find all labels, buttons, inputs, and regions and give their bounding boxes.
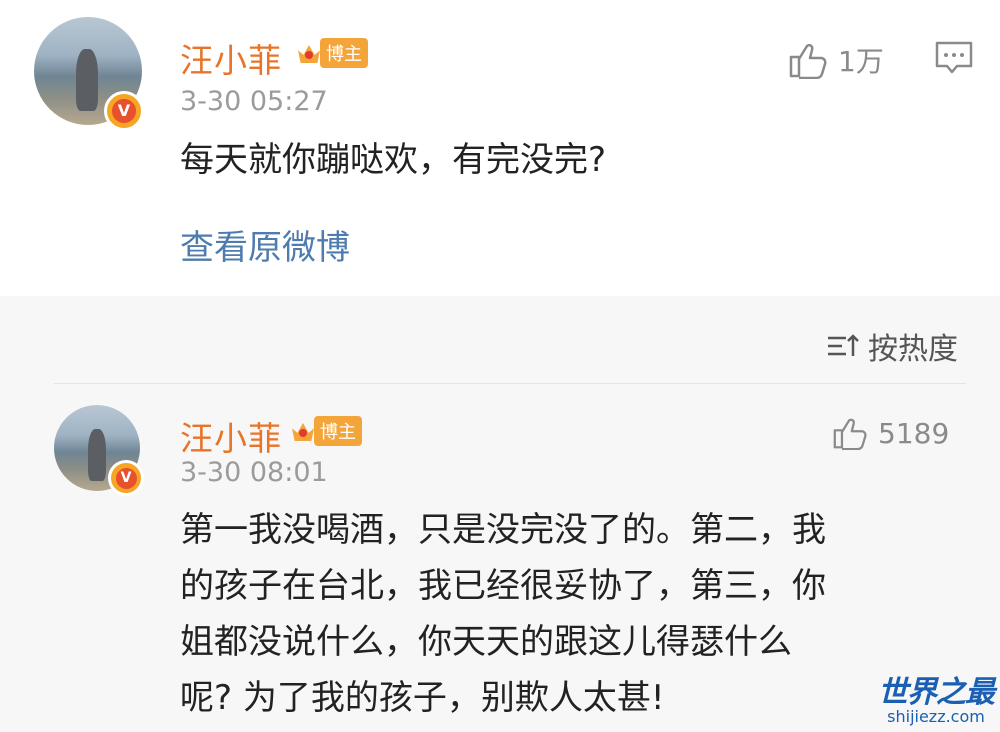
- sort-by-hot-button[interactable]: 按热度: [826, 324, 958, 368]
- blogger-badge-label: 博主: [314, 416, 362, 446]
- crown-icon: [296, 41, 322, 65]
- divider: [54, 383, 966, 384]
- post-like-button[interactable]: 1万: [788, 40, 884, 80]
- verified-v: V: [115, 467, 137, 489]
- reply-line: 的孩子在台北，我已经很妥协了，第三，你: [180, 566, 826, 606]
- avatar-figure: [76, 49, 98, 111]
- blogger-badge-label: 博主: [320, 38, 368, 68]
- watermark: 世界之最 shijiezz.com: [878, 667, 995, 726]
- post-author-name[interactable]: 汪小菲: [180, 34, 282, 82]
- post-time: 3-30 05:27: [180, 86, 328, 117]
- thumb-up-icon: [789, 43, 827, 79]
- post-content: 每天就你蹦哒欢，有完没完?: [180, 140, 607, 180]
- reply-like-button[interactable]: 5189: [832, 416, 949, 450]
- sort-icon: [828, 334, 859, 356]
- blogger-badge: 博主: [290, 416, 362, 446]
- sort-label: 按热度: [868, 332, 958, 367]
- reply-line: 姐都没说什么，你天天的跟这儿得瑟什么: [180, 622, 792, 662]
- reply-author-name[interactable]: 汪小菲: [180, 412, 282, 460]
- avatar-figure: [88, 429, 106, 481]
- verified-badge-icon: V: [104, 91, 144, 131]
- reply-line: 第一我没喝酒，只是没完没了的。第二，我: [180, 510, 826, 550]
- post-section: V 汪小菲 博主 3-30 05:27 每天就你蹦哒欢，有完没完? 查看原微博 …: [0, 0, 1000, 296]
- reply-line: 呢? 为了我的孩子，别欺人太甚!: [180, 678, 665, 718]
- comment-icon[interactable]: [934, 40, 974, 76]
- verified-badge-icon: V: [108, 460, 144, 496]
- watermark-url: shijiezz.com: [887, 707, 985, 726]
- reply-like-count: 5189: [878, 416, 950, 450]
- post-like-count: 1万: [838, 45, 884, 78]
- blogger-badge: 博主: [296, 38, 368, 68]
- crown-icon: [290, 419, 316, 443]
- watermark-title: 世界之最: [878, 675, 995, 710]
- reply-time: 3-30 08:01: [180, 457, 328, 488]
- reply-content: 第一我没喝酒，只是没完没了的。第二，我 的孩子在台北，我已经很妥协了，第三，你 …: [180, 502, 826, 726]
- verified-v: V: [112, 99, 136, 123]
- view-original-link[interactable]: 查看原微博: [180, 220, 350, 269]
- thumb-up-icon: [833, 418, 867, 450]
